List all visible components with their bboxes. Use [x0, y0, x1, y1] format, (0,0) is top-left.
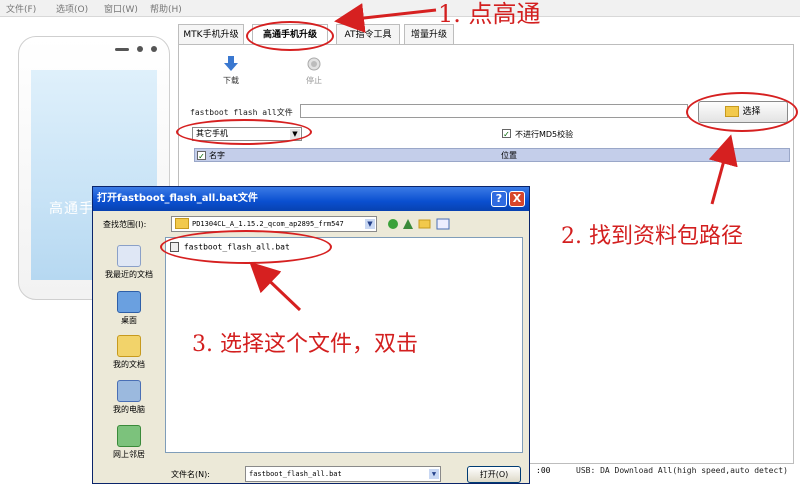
- annotation-step2: 2. 找到资料包路径: [561, 224, 743, 249]
- arrow-step3: [249, 261, 302, 312]
- annotation-step1: 1. 点高通: [438, 0, 541, 28]
- arrow-step2: [708, 134, 738, 205]
- arrow-step1: [334, 3, 437, 33]
- annotation-step3: 3. 选择这个文件，双击: [192, 332, 418, 357]
